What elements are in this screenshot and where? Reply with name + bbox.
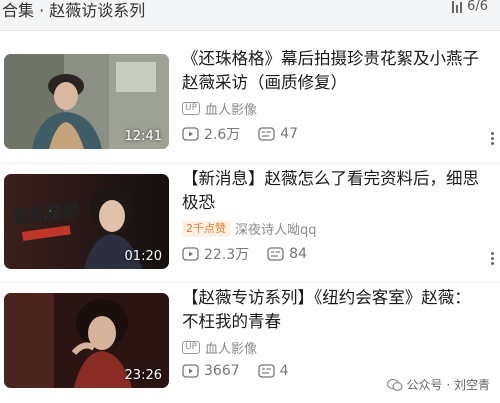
play-count-icon bbox=[182, 364, 199, 378]
video-stats: 22.3万 84 bbox=[182, 244, 325, 264]
view-count: 22.3万 bbox=[182, 244, 249, 264]
author-row: 2千点赞 深夜诗人呦qq bbox=[182, 219, 317, 238]
likes-badge: 2千点赞 bbox=[182, 220, 230, 237]
danmaku-count: 4 bbox=[257, 363, 289, 379]
video-duration: 23:26 bbox=[124, 368, 162, 383]
video-card[interactable]: 细思极恐 01:20 【新消息】赵薇怎么了看完资料后，细思极恐 2千点赞 深夜诗… bbox=[0, 163, 500, 282]
play-count-icon bbox=[182, 127, 199, 141]
danmaku-icon bbox=[258, 127, 275, 141]
author-row: UP 血人影像 bbox=[182, 338, 257, 357]
wechat-watermark: 公众号 · 刘空青 bbox=[386, 376, 490, 393]
danmaku-count: 47 bbox=[258, 126, 298, 142]
collection-counter[interactable]: 6/6 bbox=[452, 0, 488, 14]
video-title[interactable]: 《还珠格格》幕后拍摄珍贵花絮及小燕子赵薇采访（画质修复） bbox=[182, 47, 482, 95]
more-options-icon[interactable] bbox=[491, 132, 494, 145]
video-title[interactable]: 【赵薇专访系列】《纽约会客室》赵薇：不枉我的青春 bbox=[182, 286, 482, 334]
wechat-icon bbox=[386, 378, 403, 391]
video-thumbnail[interactable]: 12:41 bbox=[4, 54, 169, 149]
play-count-icon bbox=[182, 247, 199, 261]
collection-count: 6/6 bbox=[467, 0, 488, 14]
collection-title: 合集 · 赵薇访谈系列 bbox=[2, 1, 146, 20]
danmaku-icon bbox=[257, 364, 275, 378]
video-thumbnail[interactable]: 23:26 bbox=[4, 293, 169, 388]
video-duration: 01:20 bbox=[124, 249, 162, 264]
danmaku-count: 84 bbox=[267, 246, 307, 262]
video-author[interactable]: 深夜诗人呦qq bbox=[235, 219, 317, 238]
video-title[interactable]: 【新消息】赵薇怎么了看完资料后，细思极恐 bbox=[182, 167, 482, 215]
view-count: 3667 bbox=[182, 363, 240, 379]
collection-header: 合集 · 赵薇访谈系列 6/6 bbox=[0, 0, 500, 31]
video-author[interactable]: 血人影像 bbox=[205, 338, 257, 357]
author-row: UP 血人影像 bbox=[182, 99, 257, 118]
video-thumbnail[interactable]: 细思极恐 01:20 bbox=[4, 174, 169, 269]
video-card[interactable]: 12:41 《还珠格格》幕后拍摄珍贵花絮及小燕子赵薇采访（画质修复） UP 血人… bbox=[0, 44, 500, 162]
video-author[interactable]: 血人影像 bbox=[205, 99, 257, 118]
up-badge-icon: UP bbox=[182, 102, 201, 115]
video-stats: 3667 4 bbox=[182, 363, 307, 379]
video-stats: 2.6万 47 bbox=[182, 124, 316, 144]
playlist-bars-icon bbox=[452, 0, 463, 13]
more-options-icon[interactable] bbox=[491, 252, 494, 265]
danmaku-icon bbox=[267, 247, 284, 261]
video-duration: 12:41 bbox=[124, 129, 162, 144]
view-count: 2.6万 bbox=[182, 124, 240, 144]
up-badge-icon: UP bbox=[182, 341, 201, 354]
